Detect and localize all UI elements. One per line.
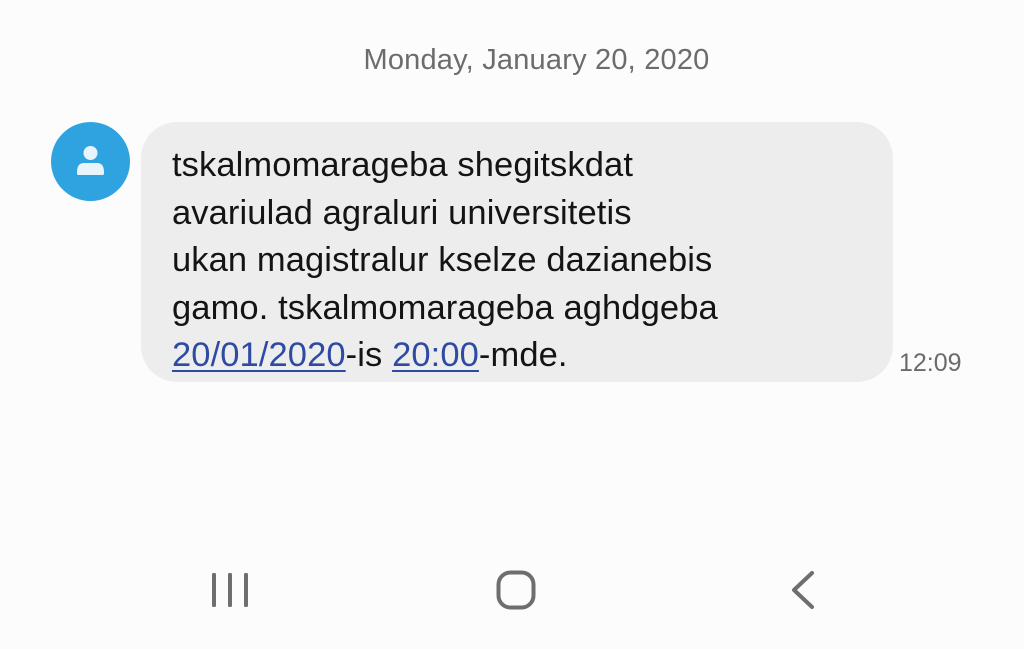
message-line: ukan magistralur kselze dazianebis	[172, 241, 713, 279]
message-line: gamo. tskalmomarageba aghdgeba	[172, 288, 718, 327]
message-bubble[interactable]: tskalmomarageba shegitskdat avariulad ag…	[141, 122, 893, 382]
message-timestamp: 12:09	[899, 349, 962, 377]
time-link[interactable]: 20:00	[392, 336, 479, 374]
contact-avatar[interactable]	[51, 122, 130, 201]
home-icon	[496, 570, 536, 610]
message-line-links: 20/01/2020-is 20:00-mde.	[172, 332, 863, 380]
message-line: tskalmomarageba shegitskdat	[172, 146, 634, 184]
message-line: avariulad agraluri universitetis	[172, 193, 632, 232]
person-icon	[77, 146, 104, 175]
recents-button[interactable]	[200, 566, 260, 616]
back-button[interactable]	[773, 566, 833, 616]
message-text: -is	[345, 336, 393, 374]
date-header: Monday, January 20, 2020	[363, 44, 710, 76]
home-button[interactable]	[486, 566, 546, 616]
message-text: -mde.	[478, 336, 568, 374]
back-icon	[792, 571, 814, 609]
navigation-bar	[0, 548, 1024, 649]
recents-icon	[212, 573, 248, 607]
date-link[interactable]: 20/01/2020	[172, 336, 346, 374]
